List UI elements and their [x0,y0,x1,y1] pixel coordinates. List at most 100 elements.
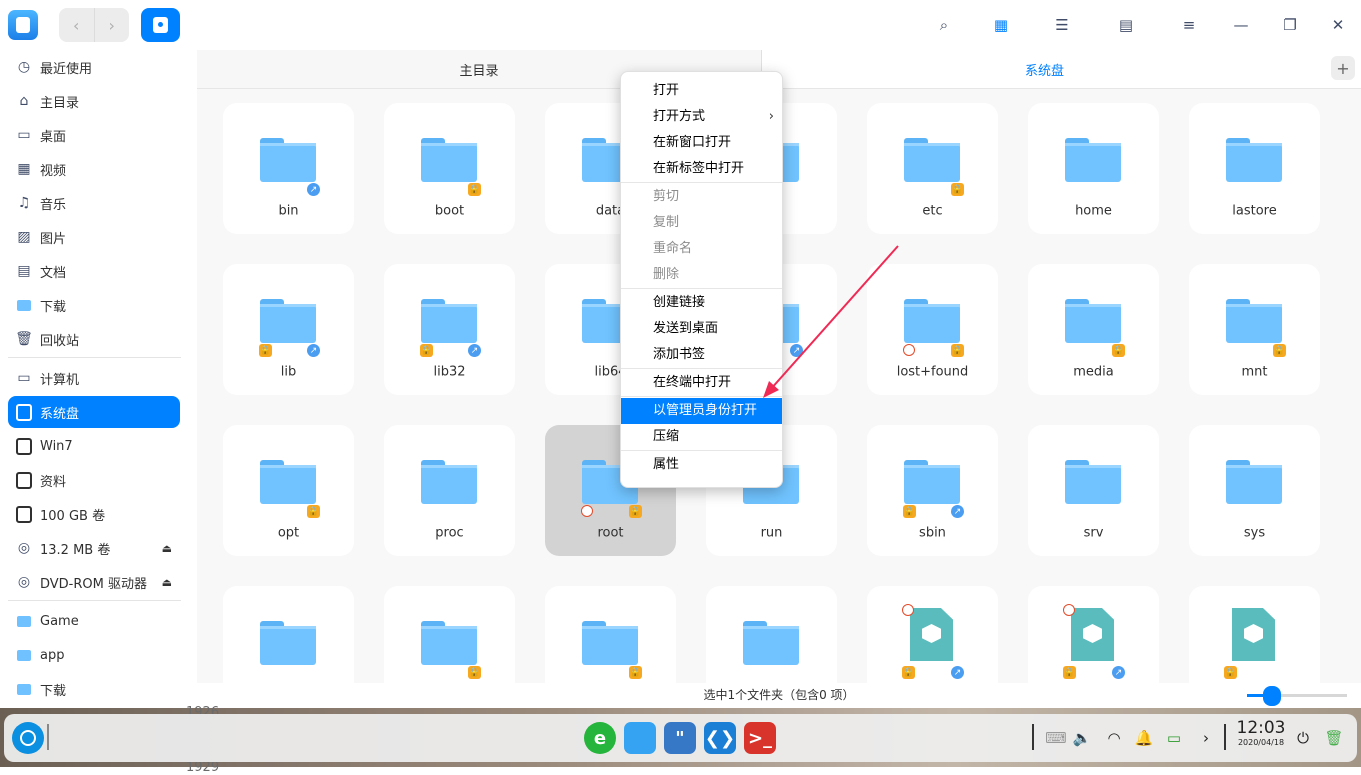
file-item[interactable]: 🔒 etc [867,103,998,234]
lock-badge-icon: 🔒 [951,344,964,357]
file-item[interactable]: 🔒 [1189,586,1320,683]
breadcrumb-disk-icon[interactable] [141,8,180,42]
file-item[interactable]: 🔒 ↗ [1028,586,1159,683]
file-item[interactable] [223,586,354,683]
launcher-button[interactable] [12,722,44,754]
clock[interactable]: 12:03 2020/04/18 [1230,718,1292,748]
dock-app-terminal[interactable]: >_ [744,722,776,754]
file-item[interactable]: 🔒 lost+found [867,264,998,395]
folder-icon [16,613,32,629]
wifi-icon[interactable]: ◠ [1102,726,1126,750]
volume-icon[interactable]: 🔈 [1070,726,1094,750]
sidebar-item-data-disk[interactable]: 资料 [8,464,180,496]
file-item[interactable]: lastore [1189,103,1320,234]
list-view-button[interactable]: ☰ [1049,12,1075,38]
file-item[interactable]: srv [1028,425,1159,556]
battery-icon[interactable]: ▭ [1162,726,1186,750]
file-item[interactable]: 🔒 ↗ lib32 [384,264,515,395]
sidebar-item-desktop[interactable]: ▭ 桌面 [8,119,180,151]
sidebar-item-downloads-bookmark[interactable]: 下载 [8,673,180,705]
context-menu-item[interactable]: 在新标签中打开 [621,156,782,182]
sidebar-item-win7[interactable]: Win7 [8,430,180,462]
file-item[interactable]: sys [1189,425,1320,556]
file-item[interactable]: 🔒 ↗ [867,586,998,683]
forward-button[interactable]: › [93,8,130,42]
trash-dock-icon[interactable]: 🗑 [1322,726,1346,750]
file-name: bin [278,203,299,219]
dock-app-browser[interactable]: e [584,722,616,754]
navigation-buttons: ‹ › [59,8,129,42]
sidebar-item-dvd-rom[interactable]: ◎ DVD-ROM 驱动器 ⏏ [8,566,180,598]
file-name: home [1075,203,1112,219]
context-menu-item[interactable]: 添加书签 [621,342,782,368]
file-item[interactable] [706,586,837,683]
symlink-badge-icon: ↗ [307,183,320,196]
notification-bell-icon[interactable]: 🔔 [1132,726,1156,750]
lock-badge-icon: 🔒 [903,505,916,518]
search-button[interactable]: ⌕ [931,12,957,38]
minimize-button[interactable]: — [1228,12,1254,38]
file-item[interactable]: 🔒 mnt [1189,264,1320,395]
grid-view-icon: ▦ [993,16,1009,34]
no-access-badge-icon [581,505,593,517]
sidebar-item-trash[interactable]: 🗑 回收站 [8,323,180,355]
context-menu-item-label: 属性 [653,457,680,472]
file-item[interactable]: 🔒 media [1028,264,1159,395]
sidebar-item-videos[interactable]: ▦ 视频 [8,153,180,185]
file-name: lib32 [433,364,466,380]
file-item[interactable]: 🔒 boot [384,103,515,234]
dock-app-store[interactable]: " [664,722,696,754]
sidebar-item-computer[interactable]: ▭ 计算机 [8,362,180,394]
sidebar-item-system-disk[interactable]: 系统盘 [8,396,180,428]
sidebar-item-13mb-volume[interactable]: ◎ 13.2 MB 卷 ⏏ [8,532,180,564]
zoom-slider-handle[interactable] [1263,686,1281,706]
keyboard-icon[interactable]: ⌨ [1044,726,1068,750]
lock-badge-icon: 🔒 [902,666,915,679]
sidebar-item-documents[interactable]: ▤ 文档 [8,255,180,287]
sidebar-item-home[interactable]: ⌂ 主目录 [8,85,180,117]
file-item[interactable]: 🔒 ↗ sbin [867,425,998,556]
context-menu-item[interactable]: 以管理员身份打开 [621,398,782,424]
maximize-button[interactable]: ❐ [1277,12,1303,38]
sidebar-item-music[interactable]: ♫ 音乐 [8,187,180,219]
dock-app-file-manager[interactable] [624,722,656,754]
symlink-badge-icon: ↗ [951,666,964,679]
file-item[interactable]: 🔒 [384,586,515,683]
context-menu-item[interactable]: 创建链接 [621,290,782,316]
detail-view-button[interactable]: ▤ [1113,12,1139,38]
power-icon[interactable]: ⏻ [1291,726,1315,750]
icon-view-button[interactable]: ▦ [988,12,1014,38]
context-menu-item[interactable]: 在终端中打开 [621,370,782,396]
context-menu-item[interactable]: 压缩 [621,424,782,450]
file-item[interactable]: 🔒 opt [223,425,354,556]
file-item[interactable]: 🔒 [545,586,676,683]
context-menu-item[interactable]: 打开方式 › [621,104,782,130]
file-item[interactable]: ↗ bin [223,103,354,234]
context-menu-item[interactable]: 属性 [621,452,782,478]
close-button[interactable]: ✕ [1325,12,1351,38]
sidebar-item-app[interactable]: app [8,639,180,671]
file-item[interactable]: home [1028,103,1159,234]
sidebar-item-100gb-volume[interactable]: 100 GB 卷 [8,498,180,530]
back-button[interactable]: ‹ [59,8,94,42]
eject-icon[interactable]: ⏏ [162,576,172,589]
folder-icon [260,299,316,343]
sidebar-item-downloads[interactable]: 下载 [8,289,180,321]
sidebar-item-game[interactable]: Game [8,605,180,637]
video-icon: ▦ [17,161,31,177]
context-menu-item-label: 打开方式 [653,109,706,124]
file-item[interactable]: proc [384,425,515,556]
context-menu-item[interactable]: 打开 [621,78,782,104]
eject-icon[interactable]: ⏏ [162,542,172,555]
sidebar-item-pictures[interactable]: ▨ 图片 [8,221,180,253]
context-menu-item[interactable]: 发送到桌面 [621,316,782,342]
tab-system-disk[interactable]: 系统盘 [762,50,1327,88]
zoom-slider[interactable] [1247,686,1347,706]
sidebar-item-recent[interactable]: ◷ 最近使用 [8,51,180,83]
file-item[interactable]: 🔒 ↗ lib [223,264,354,395]
tray-expand-icon[interactable]: › [1194,726,1218,750]
new-tab-button[interactable]: + [1331,56,1355,80]
dock-app-vscode[interactable]: ❮❯ [704,722,736,754]
main-menu-button[interactable]: ≡ [1176,12,1202,38]
context-menu-item[interactable]: 在新窗口打开 [621,130,782,156]
